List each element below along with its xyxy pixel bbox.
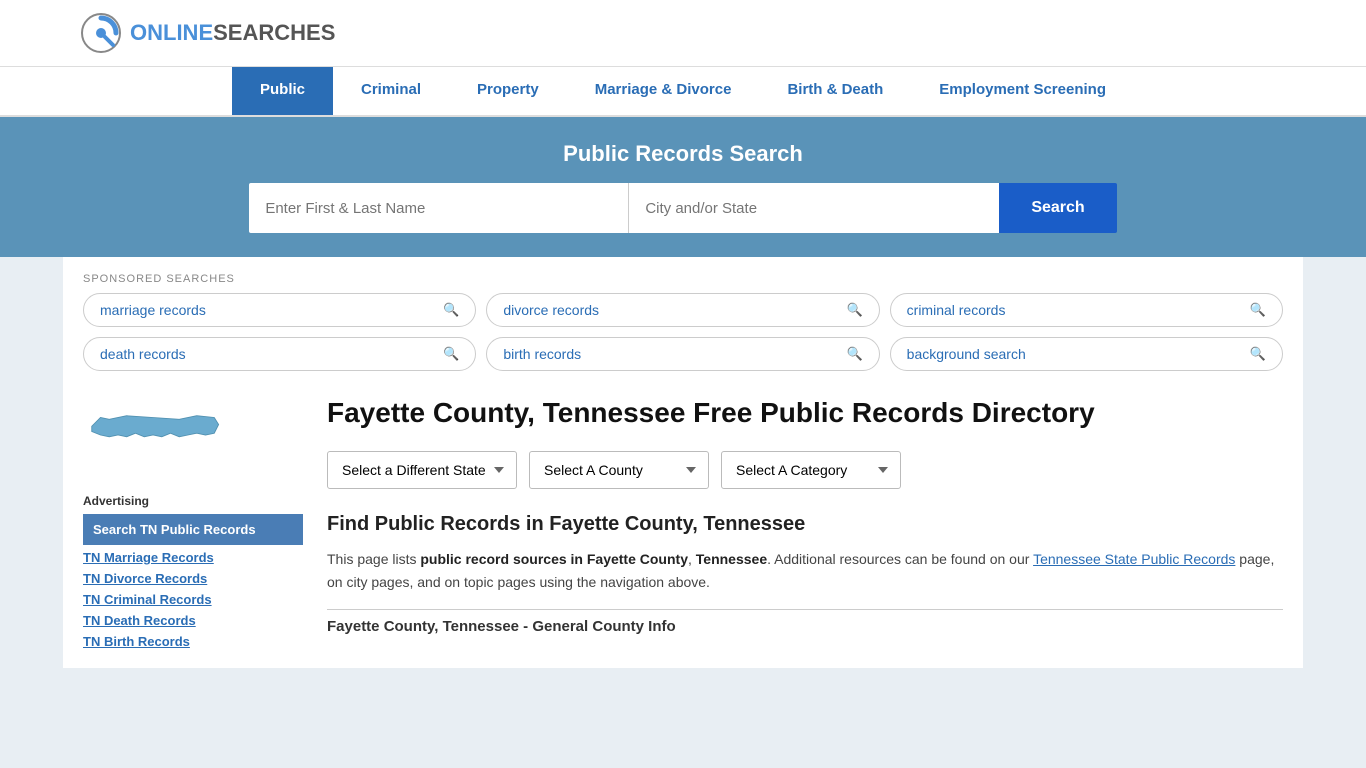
nav-item-marriage-divorce[interactable]: Marriage & Divorce xyxy=(567,67,760,115)
sponsored-label: SPONSORED SEARCHES xyxy=(83,273,1283,285)
article-title: Fayette County, Tennessee Free Public Re… xyxy=(327,395,1283,431)
category-dropdown[interactable]: Select A Category xyxy=(721,451,901,489)
state-dropdown[interactable]: Select a Different State xyxy=(327,451,517,489)
find-desc-bold1: public record sources in Fayette County xyxy=(420,551,688,567)
find-desc-text2: , xyxy=(688,551,696,567)
search-icon-birth: 🔍 xyxy=(846,346,862,362)
find-desc-text3: . Additional resources can be found on o… xyxy=(767,551,1033,567)
nav-item-employment[interactable]: Employment Screening xyxy=(911,67,1134,115)
sponsored-pill-death-label: death records xyxy=(100,346,186,362)
logo-icon xyxy=(80,12,122,54)
find-desc-bold2: Tennessee xyxy=(696,551,767,567)
sidebar-link-criminal[interactable]: TN Criminal Records xyxy=(83,589,303,610)
body-layout: Advertising Search TN Public Records TN … xyxy=(83,395,1283,652)
sidebar-link-divorce[interactable]: TN Divorce Records xyxy=(83,568,303,589)
search-banner: Public Records Search Search xyxy=(0,117,1366,257)
county-dropdown[interactable]: Select A County xyxy=(529,451,709,489)
tn-state-link[interactable]: Tennessee State Public Records xyxy=(1033,551,1235,567)
logo-text: ONLINESEARCHES xyxy=(130,20,335,46)
search-banner-title: Public Records Search xyxy=(80,141,1286,167)
article: Fayette County, Tennessee Free Public Re… xyxy=(327,395,1283,652)
header: ONLINESEARCHES xyxy=(0,0,1366,67)
sidebar-ad-label: Advertising xyxy=(83,494,303,508)
sponsored-grid: marriage records 🔍 divorce records 🔍 cri… xyxy=(83,293,1283,371)
section-divider xyxy=(327,609,1283,610)
sponsored-pill-birth[interactable]: birth records 🔍 xyxy=(486,337,879,371)
state-map xyxy=(83,395,303,478)
search-icon-divorce: 🔍 xyxy=(846,302,862,318)
sponsored-pill-birth-label: birth records xyxy=(503,346,581,362)
sidebar-ad-active[interactable]: Search TN Public Records xyxy=(83,514,303,545)
sidebar-link-marriage[interactable]: TN Marriage Records xyxy=(83,547,303,568)
dropdowns-row: Select a Different State Select A County… xyxy=(327,451,1283,489)
search-icon-marriage: 🔍 xyxy=(443,302,459,318)
sponsored-pill-background[interactable]: background search 🔍 xyxy=(890,337,1283,371)
city-input[interactable] xyxy=(629,183,999,233)
nav-item-criminal[interactable]: Criminal xyxy=(333,67,449,115)
search-form: Search xyxy=(80,183,1286,233)
search-icon-criminal: 🔍 xyxy=(1250,302,1266,318)
main-nav: Public Criminal Property Marriage & Divo… xyxy=(0,67,1366,117)
sponsored-pill-criminal[interactable]: criminal records 🔍 xyxy=(890,293,1283,327)
find-public-title: Find Public Records in Fayette County, T… xyxy=(327,513,1283,536)
county-info-title: Fayette County, Tennessee - General Coun… xyxy=(327,618,1283,635)
search-icon-background: 🔍 xyxy=(1250,346,1266,362)
sponsored-pill-background-label: background search xyxy=(907,346,1026,362)
name-input[interactable] xyxy=(249,183,629,233)
tennessee-map-icon xyxy=(83,395,223,475)
sponsored-pill-divorce[interactable]: divorce records 🔍 xyxy=(486,293,879,327)
sidebar: Advertising Search TN Public Records TN … xyxy=(83,395,303,652)
sponsored-pill-death[interactable]: death records 🔍 xyxy=(83,337,476,371)
search-button[interactable]: Search xyxy=(999,183,1116,233)
find-desc-text1: This page lists xyxy=(327,551,420,567)
nav-item-property[interactable]: Property xyxy=(449,67,567,115)
sponsored-pill-marriage[interactable]: marriage records 🔍 xyxy=(83,293,476,327)
sponsored-pill-divorce-label: divorce records xyxy=(503,302,599,318)
logo[interactable]: ONLINESEARCHES xyxy=(80,12,335,54)
sponsored-section: SPONSORED SEARCHES marriage records 🔍 di… xyxy=(83,273,1283,371)
nav-item-birth-death[interactable]: Birth & Death xyxy=(759,67,911,115)
sponsored-pill-criminal-label: criminal records xyxy=(907,302,1006,318)
sidebar-link-death[interactable]: TN Death Records xyxy=(83,610,303,631)
find-public-desc: This page lists public record sources in… xyxy=(327,548,1283,593)
sidebar-link-birth[interactable]: TN Birth Records xyxy=(83,631,303,652)
sponsored-pill-marriage-label: marriage records xyxy=(100,302,206,318)
search-icon-death: 🔍 xyxy=(443,346,459,362)
nav-item-public[interactable]: Public xyxy=(232,67,333,115)
main-content: SPONSORED SEARCHES marriage records 🔍 di… xyxy=(63,257,1303,668)
